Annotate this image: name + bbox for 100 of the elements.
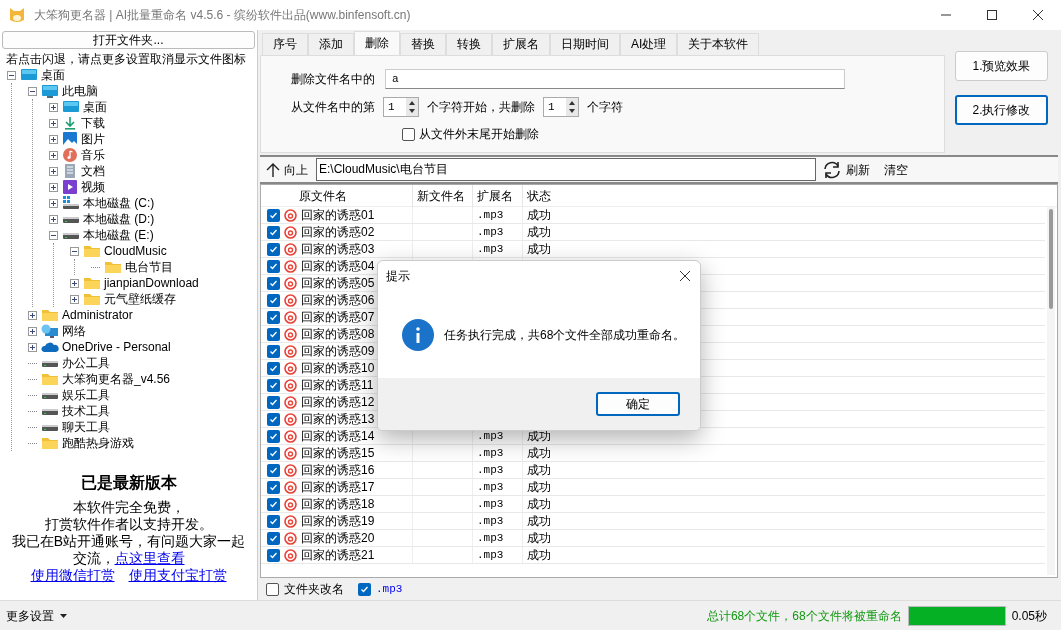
tree-item[interactable]: jianpianDownload xyxy=(104,275,199,291)
tree-item[interactable]: 音乐 xyxy=(81,147,105,163)
tree-item[interactable]: 本地磁盘 (D:) xyxy=(83,211,155,227)
expand-toggle[interactable] xyxy=(49,214,58,224)
tree-item[interactable]: 本地磁盘 (E:) xyxy=(83,227,154,243)
tree-item[interactable]: 本地磁盘 (C:) xyxy=(83,195,155,211)
row-checkbox[interactable] xyxy=(267,293,280,307)
tree-item[interactable]: 技术工具 xyxy=(62,403,110,419)
row-checkbox[interactable] xyxy=(267,548,280,562)
expand-toggle[interactable] xyxy=(49,102,58,112)
tree-item[interactable]: 桌面 xyxy=(41,67,65,83)
row-checkbox[interactable] xyxy=(267,395,280,409)
expand-toggle[interactable] xyxy=(28,326,37,336)
row-checkbox[interactable] xyxy=(267,242,280,256)
row-checkbox[interactable] xyxy=(267,412,280,426)
scrollbar[interactable] xyxy=(1047,207,1055,575)
row-checkbox[interactable] xyxy=(267,463,280,477)
clear-button[interactable]: 清空 xyxy=(884,160,908,179)
tree-item[interactable]: 此电脑 xyxy=(62,83,98,99)
table-row[interactable]: 回家的诱惑18 .mp3 成功 xyxy=(261,496,1045,513)
tree-item[interactable]: 下载 xyxy=(81,115,105,131)
tree-item[interactable]: 跑酷热身游戏 xyxy=(62,435,134,451)
tree-item[interactable]: 网络 xyxy=(62,323,86,339)
tab[interactable]: 序号 xyxy=(262,33,308,55)
tab[interactable]: 添加 xyxy=(308,33,354,55)
tree-item[interactable]: 元气壁纸缓存 xyxy=(104,291,176,307)
row-checkbox[interactable] xyxy=(267,225,280,239)
up-button[interactable]: 向上 xyxy=(284,160,308,179)
checkbox[interactable] xyxy=(358,582,371,596)
tab[interactable]: 关于本软件 xyxy=(677,33,760,55)
tree-item[interactable]: 图片 xyxy=(81,131,105,147)
expand-toggle[interactable] xyxy=(49,198,58,208)
tree-item[interactable]: CloudMusic xyxy=(104,243,167,259)
tab[interactable]: 转换 xyxy=(446,33,492,55)
spinner-arrows-icon[interactable] xyxy=(566,98,578,116)
tab[interactable]: AI处理 xyxy=(620,33,678,55)
row-checkbox[interactable] xyxy=(267,497,280,511)
table-row[interactable]: 回家的诱惑01 .mp3 成功 xyxy=(261,207,1045,224)
row-checkbox[interactable] xyxy=(267,446,280,460)
table-row[interactable]: 回家的诱惑16 .mp3 成功 xyxy=(261,462,1045,479)
row-checkbox[interactable] xyxy=(267,361,280,375)
close-icon[interactable] xyxy=(680,271,690,281)
checkbox[interactable] xyxy=(402,127,415,141)
collapse-toggle[interactable] xyxy=(49,230,58,240)
expand-toggle[interactable] xyxy=(28,310,37,320)
expand-toggle[interactable] xyxy=(49,118,58,128)
close-icon[interactable] xyxy=(1033,10,1043,20)
collapse-toggle[interactable] xyxy=(70,246,79,256)
checkbox[interactable] xyxy=(266,582,279,596)
number-spinner[interactable]: 1 xyxy=(383,97,419,117)
expand-toggle[interactable] xyxy=(49,182,58,192)
row-checkbox[interactable] xyxy=(267,344,280,358)
row-checkbox[interactable] xyxy=(267,480,280,494)
row-checkbox[interactable] xyxy=(267,276,280,290)
spinner-arrows-icon[interactable] xyxy=(406,98,418,116)
expand-toggle[interactable] xyxy=(49,166,58,176)
tab[interactable]: 替换 xyxy=(400,33,446,55)
tree-item[interactable]: 办公工具 xyxy=(62,355,110,371)
text-input[interactable]: a xyxy=(385,69,845,89)
tab[interactable]: 扩展名 xyxy=(492,33,550,55)
maximize-icon[interactable] xyxy=(987,10,997,20)
refresh-icon[interactable] xyxy=(822,159,842,180)
row-checkbox[interactable] xyxy=(267,310,280,324)
tree-item[interactable]: Administrator xyxy=(62,307,133,323)
row-checkbox[interactable] xyxy=(267,259,280,273)
column-header[interactable]: 状态 xyxy=(523,185,583,207)
collapse-toggle[interactable] xyxy=(7,70,16,80)
tree-item[interactable]: 桌面 xyxy=(83,99,107,115)
collapse-toggle[interactable] xyxy=(28,86,37,96)
view-link[interactable]: 点这里查看 xyxy=(114,550,185,566)
table-row[interactable]: 回家的诱惑03 .mp3 成功 xyxy=(261,241,1045,258)
tree-item[interactable]: 电台节目 xyxy=(125,259,173,275)
table-row[interactable]: 回家的诱惑17 .mp3 成功 xyxy=(261,479,1045,496)
donate-link[interactable]: 使用支付宝打赏 xyxy=(128,567,227,584)
tab[interactable]: 删除 xyxy=(354,31,400,55)
refresh-button[interactable]: 刷新 xyxy=(846,160,870,179)
more-settings-menu[interactable]: 更多设置 xyxy=(6,606,67,625)
expand-toggle[interactable] xyxy=(70,278,79,288)
table-row[interactable]: 回家的诱惑19 .mp3 成功 xyxy=(261,513,1045,530)
expand-toggle[interactable] xyxy=(49,134,58,144)
table-row[interactable]: 回家的诱惑15 .mp3 成功 xyxy=(261,445,1045,462)
action-button[interactable]: 1.预览效果 xyxy=(955,51,1048,81)
expand-toggle[interactable] xyxy=(49,150,58,160)
open-folder-button[interactable]: 打开文件夹... xyxy=(2,31,255,49)
donate-link[interactable]: 使用微信打赏 xyxy=(30,567,115,584)
number-spinner[interactable]: 1 xyxy=(543,97,579,117)
tab[interactable]: 日期时间 xyxy=(550,33,620,55)
tree-item[interactable]: 聊天工具 xyxy=(62,419,110,435)
tree-item[interactable]: 大笨狗更名器_v4.56 xyxy=(62,371,171,387)
column-header[interactable]: 原文件名 xyxy=(261,185,413,207)
table-row[interactable]: 回家的诱惑02 .mp3 成功 xyxy=(261,224,1045,241)
row-checkbox[interactable] xyxy=(267,531,280,545)
expand-toggle[interactable] xyxy=(70,294,79,304)
up-arrow-icon[interactable] xyxy=(266,161,280,178)
expand-toggle[interactable] xyxy=(28,342,37,352)
row-checkbox[interactable] xyxy=(267,429,280,443)
path-field[interactable]: E:\CloudMusic\电台节目 xyxy=(316,158,816,181)
tree-item[interactable]: 文档 xyxy=(81,163,105,179)
ok-button[interactable]: 确定 xyxy=(596,392,680,416)
column-header[interactable]: 扩展名 xyxy=(473,185,523,207)
